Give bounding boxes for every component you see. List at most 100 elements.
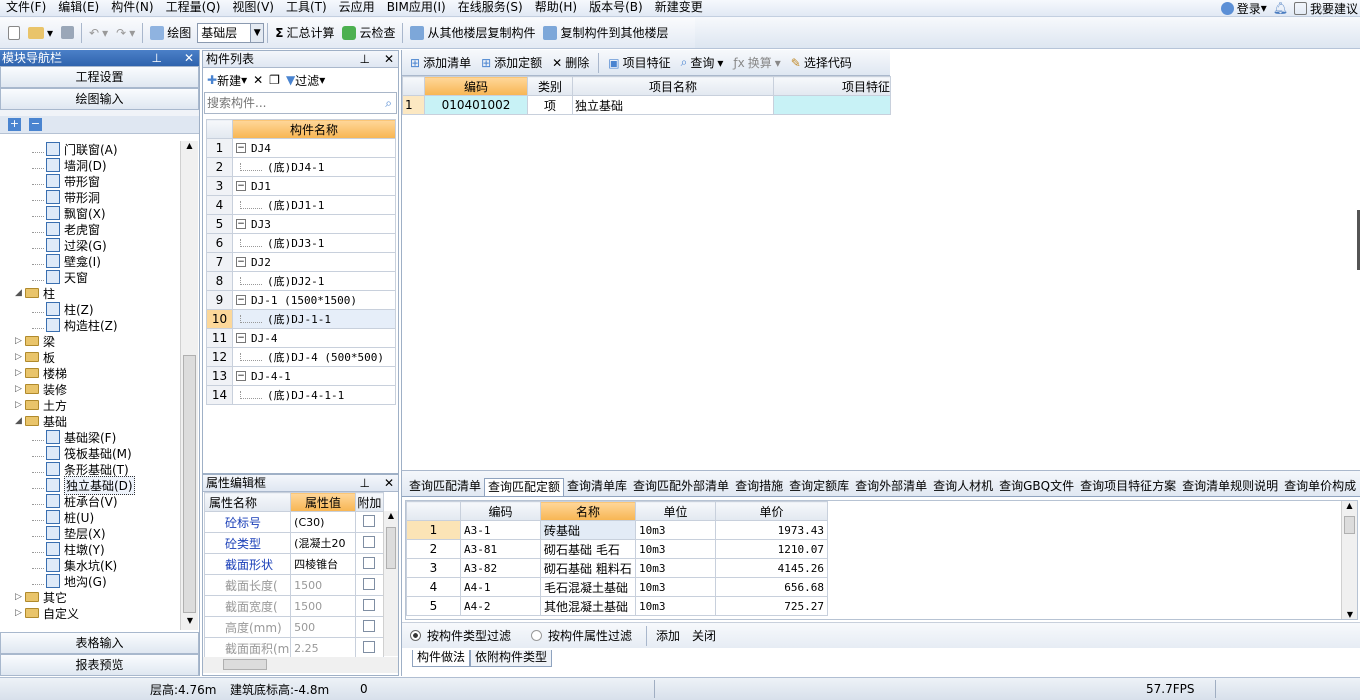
scroll-down-icon[interactable]: ▼ xyxy=(1342,610,1357,619)
menu-item[interactable]: 在线服务(S) xyxy=(452,0,529,17)
component-row[interactable]: 6 (底)DJ3-1 xyxy=(206,233,396,253)
query-tab[interactable]: 查询匹配外部清单 xyxy=(630,478,732,496)
select-code-button[interactable]: ✎ 选择代码 xyxy=(787,51,856,75)
property-value[interactable]: 四棱锥台 xyxy=(290,553,356,575)
nav-tree-item[interactable]: 过梁(G) xyxy=(14,237,180,253)
table-input-button[interactable]: 表格输入 xyxy=(0,632,199,654)
component-name-cell[interactable]: − DJ3 xyxy=(232,214,396,234)
menu-item[interactable]: 帮助(H) xyxy=(529,0,583,17)
checkbox[interactable] xyxy=(363,640,376,653)
property-row[interactable]: 砼标号 (C30) xyxy=(203,511,385,533)
nav-tree-item[interactable]: 基础梁(F) xyxy=(14,429,180,445)
nav-tree-item[interactable]: 墙洞(D) xyxy=(14,157,180,173)
nav-tree-item[interactable]: 桩承台(V) xyxy=(14,493,180,509)
nav-tree-item[interactable]: 独立基础(D) xyxy=(14,475,180,495)
query-row[interactable]: 4 A4-1 毛石混凝土基础 10m3 656.68 xyxy=(406,577,828,597)
menu-item[interactable]: BIM应用(I) xyxy=(381,0,452,17)
component-row[interactable]: 13− DJ-4-1 xyxy=(206,366,396,386)
component-row[interactable]: 5− DJ3 xyxy=(206,214,396,234)
nav-tree-item[interactable]: ◢ 柱 xyxy=(14,285,180,301)
checkbox[interactable] xyxy=(363,535,376,548)
nav-tree-item[interactable]: 柱(Z) xyxy=(14,301,180,317)
bell-icon[interactable]: 🔔︎ xyxy=(1273,1,1288,15)
nav-tree-item[interactable]: 柱墩(Y) xyxy=(14,541,180,557)
query-tab[interactable]: 查询外部清单 xyxy=(852,478,930,496)
quota-code-cell[interactable]: 010401002 xyxy=(424,95,528,115)
component-name-header[interactable]: 构件名称 xyxy=(232,119,396,139)
expand-icon[interactable]: ▷ xyxy=(14,400,23,410)
checkbox[interactable] xyxy=(363,577,376,590)
delete-button[interactable]: ✕ 删除 xyxy=(548,51,593,75)
component-row[interactable]: 3− DJ1 xyxy=(206,176,396,196)
checkbox[interactable] xyxy=(363,556,376,569)
cloud-check-button[interactable]: 云检查 xyxy=(338,21,399,45)
query-row[interactable]: 1 A3-1 砖基础 10m3 1973.43 xyxy=(406,520,828,540)
nav-tree-item[interactable]: ◢ 基础 xyxy=(14,413,180,429)
copy-icon[interactable]: ❐ xyxy=(269,73,280,87)
collapse-icon[interactable]: − xyxy=(236,219,246,229)
checkbox[interactable] xyxy=(363,598,376,611)
sum-calc-button[interactable]: Σ 汇总计算 xyxy=(271,21,338,45)
scroll-thumb[interactable] xyxy=(1344,516,1355,534)
filter-button[interactable]: ▼ 过滤 ▾ xyxy=(286,72,325,89)
login-button[interactable]: 登录 ▾ xyxy=(1220,0,1267,17)
close-filter-button[interactable]: 关闭 xyxy=(692,627,716,644)
nav-tree-item[interactable]: 带形洞 xyxy=(14,189,180,205)
component-row[interactable]: 7− DJ2 xyxy=(206,252,396,272)
checkbox[interactable] xyxy=(363,514,376,527)
draw-input-button[interactable]: 绘图输入 xyxy=(0,88,199,110)
expand-icon[interactable]: ▷ xyxy=(14,352,23,362)
scroll-up-icon[interactable]: ▲ xyxy=(181,141,198,155)
component-row[interactable]: 11− DJ-4 xyxy=(206,328,396,348)
nav-tree-item[interactable]: 筏板基础(M) xyxy=(14,445,180,461)
collapse-all-icon[interactable]: − xyxy=(29,118,42,131)
query-header-price[interactable]: 单价 xyxy=(715,501,828,521)
collapse-icon[interactable]: − xyxy=(236,371,246,381)
component-name-cell[interactable]: (底)DJ-4-1-1 xyxy=(232,385,396,405)
nav-tree-item[interactable]: ▷ 装修 xyxy=(14,381,180,397)
query-row[interactable]: 5 A4-2 其他混凝土基础 10m3 725.27 xyxy=(406,596,828,616)
menu-item[interactable]: 工具(T) xyxy=(280,0,333,17)
nav-tree-item[interactable]: ▷ 板 xyxy=(14,349,180,365)
property-value[interactable]: (C30) xyxy=(290,511,356,533)
nav-tree-item[interactable]: 集水坑(K) xyxy=(14,557,180,573)
convert-button[interactable]: ƒx 换算 ▾ xyxy=(729,51,784,75)
copy-from-floor-button[interactable]: 从其他楼层复制构件 xyxy=(406,21,539,45)
add-list-button[interactable]: ⊞ 添加清单 xyxy=(406,51,475,75)
component-row[interactable]: 2 (底)DJ4-1 xyxy=(206,157,396,177)
component-name-cell[interactable]: − DJ-4-1 xyxy=(232,366,396,386)
pin-icon[interactable]: ⊥ xyxy=(359,51,383,67)
nav-tree-scrollbar[interactable]: ▲ ▼ xyxy=(180,141,198,630)
menu-item[interactable]: 文件(F) xyxy=(0,0,52,17)
component-search-input[interactable] xyxy=(205,96,386,110)
property-row[interactable]: 截面面积(m 2.25 xyxy=(203,637,385,659)
suggest-button[interactable]: 我要建议 xyxy=(1293,0,1358,17)
collapse-icon[interactable]: ◢ xyxy=(14,416,23,426)
property-row[interactable]: 高度(mm) 500 xyxy=(203,616,385,638)
component-name-cell[interactable]: − DJ2 xyxy=(232,252,396,272)
add-quota-button[interactable]: ⊞ 添加定额 xyxy=(477,51,546,75)
property-value[interactable]: 500 xyxy=(290,616,356,638)
expand-icon[interactable]: ▷ xyxy=(14,368,23,378)
expand-icon[interactable]: ▷ xyxy=(14,336,23,346)
component-name-cell[interactable]: − DJ-4 xyxy=(232,328,396,348)
property-row[interactable]: 截面形状 四棱锥台 xyxy=(203,553,385,575)
nav-tree-item[interactable]: 飘窗(X) xyxy=(14,205,180,221)
nav-tree-item[interactable]: ▷ 楼梯 xyxy=(14,365,180,381)
sub-tab[interactable]: 构件做法 xyxy=(412,649,471,667)
undo-button[interactable]: ↶ ▾ xyxy=(85,21,112,45)
component-row[interactable]: 9− DJ-1 (1500*1500) xyxy=(206,290,396,310)
collapse-icon[interactable]: ◢ xyxy=(14,288,23,298)
property-row[interactable]: 截面宽度(1500 xyxy=(203,595,385,617)
property-value[interactable]: (混凝土20 xyxy=(290,532,356,554)
component-row[interactable]: 1− DJ4 xyxy=(206,138,396,158)
quota-type-cell[interactable]: 项 xyxy=(527,95,573,115)
close-icon[interactable]: ✕ xyxy=(384,51,398,67)
menu-item[interactable]: 云应用 xyxy=(333,0,381,17)
query-tab[interactable]: 查询定额库 xyxy=(786,478,852,496)
expand-icon[interactable]: ▷ xyxy=(14,592,23,602)
nav-tree-item[interactable]: ▷ 其它 xyxy=(14,589,180,605)
new-file-button[interactable] xyxy=(4,21,24,45)
query-tab[interactable]: 查询清单库 xyxy=(564,478,630,496)
nav-tree-item[interactable]: 带形窗 xyxy=(14,173,180,189)
